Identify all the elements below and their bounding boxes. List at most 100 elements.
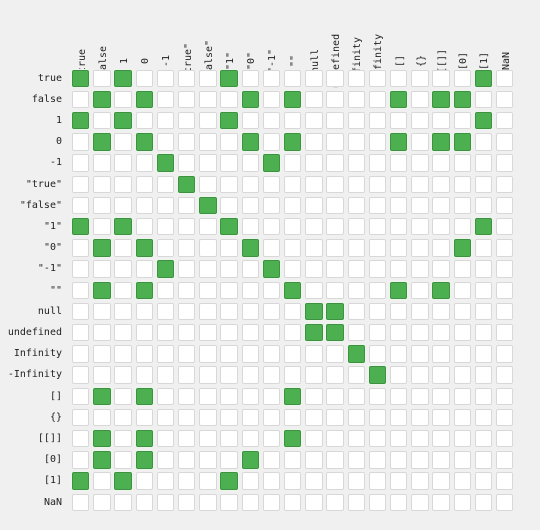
matrix-cell-not-equal[interactable] xyxy=(199,451,217,469)
matrix-cell-not-equal[interactable] xyxy=(262,408,281,427)
matrix-cell-not-equal[interactable] xyxy=(93,493,111,511)
matrix-cell-not-equal[interactable] xyxy=(347,217,365,236)
matrix-cell-not-equal[interactable] xyxy=(432,154,450,172)
matrix-cell-not-equal[interactable] xyxy=(496,217,514,236)
matrix-cell-not-equal[interactable] xyxy=(390,366,408,384)
matrix-cell-not-equal[interactable] xyxy=(453,154,471,172)
matrix-cell-not-equal[interactable] xyxy=(326,69,344,87)
matrix-cell-not-equal[interactable] xyxy=(305,196,323,215)
matrix-cell-not-equal[interactable] xyxy=(326,260,344,278)
matrix-cell-not-equal[interactable] xyxy=(326,133,344,151)
matrix-cell-not-equal[interactable] xyxy=(453,472,471,490)
matrix-cell-not-equal[interactable] xyxy=(496,175,514,193)
matrix-cell-not-equal[interactable] xyxy=(305,366,323,384)
matrix-cell-not-equal[interactable] xyxy=(241,260,259,278)
matrix-cell-not-equal[interactable] xyxy=(390,69,408,87)
matrix-cell-not-equal[interactable] xyxy=(114,260,132,278)
matrix-cell-not-equal[interactable] xyxy=(347,302,365,321)
matrix-cell-not-equal[interactable] xyxy=(305,387,323,405)
matrix-cell-not-equal[interactable] xyxy=(474,133,493,151)
matrix-cell-not-equal[interactable] xyxy=(347,154,365,172)
matrix-cell-not-equal[interactable] xyxy=(305,472,323,490)
matrix-cell-not-equal[interactable] xyxy=(262,239,281,257)
matrix-cell-not-equal[interactable] xyxy=(368,239,387,257)
matrix-cell-not-equal[interactable] xyxy=(93,302,111,321)
matrix-cell-equal[interactable] xyxy=(474,217,493,236)
matrix-cell-not-equal[interactable] xyxy=(93,472,111,490)
matrix-cell-not-equal[interactable] xyxy=(199,493,217,511)
matrix-cell-not-equal[interactable] xyxy=(347,69,365,87)
matrix-cell-not-equal[interactable] xyxy=(262,196,281,215)
matrix-cell-not-equal[interactable] xyxy=(178,154,196,172)
matrix-cell-not-equal[interactable] xyxy=(220,366,238,384)
matrix-cell-not-equal[interactable] xyxy=(453,69,471,87)
matrix-cell-not-equal[interactable] xyxy=(390,260,408,278)
matrix-cell-not-equal[interactable] xyxy=(114,323,132,342)
matrix-cell-not-equal[interactable] xyxy=(93,408,111,427)
matrix-cell-not-equal[interactable] xyxy=(135,366,153,384)
matrix-cell-not-equal[interactable] xyxy=(135,69,153,87)
matrix-cell-not-equal[interactable] xyxy=(262,90,281,109)
matrix-cell-not-equal[interactable] xyxy=(220,387,238,405)
matrix-cell-not-equal[interactable] xyxy=(474,90,493,109)
matrix-cell-not-equal[interactable] xyxy=(241,69,259,87)
matrix-cell-not-equal[interactable] xyxy=(474,451,493,469)
matrix-cell-not-equal[interactable] xyxy=(284,260,302,278)
matrix-cell-not-equal[interactable] xyxy=(411,217,429,236)
matrix-cell-not-equal[interactable] xyxy=(156,175,175,193)
matrix-cell-not-equal[interactable] xyxy=(432,493,450,511)
matrix-cell-not-equal[interactable] xyxy=(474,472,493,490)
matrix-cell-not-equal[interactable] xyxy=(347,493,365,511)
matrix-cell-not-equal[interactable] xyxy=(199,260,217,278)
matrix-cell-not-equal[interactable] xyxy=(114,90,132,109)
matrix-cell-not-equal[interactable] xyxy=(156,429,175,448)
matrix-cell-not-equal[interactable] xyxy=(114,345,132,363)
matrix-cell-not-equal[interactable] xyxy=(199,281,217,299)
matrix-cell-not-equal[interactable] xyxy=(347,260,365,278)
matrix-cell-not-equal[interactable] xyxy=(474,281,493,299)
matrix-cell-not-equal[interactable] xyxy=(326,429,344,448)
matrix-cell-not-equal[interactable] xyxy=(474,175,493,193)
matrix-cell-equal[interactable] xyxy=(93,90,111,109)
matrix-cell-not-equal[interactable] xyxy=(347,133,365,151)
matrix-cell-not-equal[interactable] xyxy=(72,366,90,384)
matrix-cell-not-equal[interactable] xyxy=(241,387,259,405)
matrix-cell-not-equal[interactable] xyxy=(220,493,238,511)
matrix-cell-not-equal[interactable] xyxy=(326,408,344,427)
matrix-cell-not-equal[interactable] xyxy=(199,323,217,342)
matrix-cell-not-equal[interactable] xyxy=(262,217,281,236)
matrix-cell-equal[interactable] xyxy=(305,302,323,321)
matrix-cell-not-equal[interactable] xyxy=(474,196,493,215)
matrix-cell-not-equal[interactable] xyxy=(241,111,259,130)
matrix-cell-not-equal[interactable] xyxy=(390,217,408,236)
matrix-cell-not-equal[interactable] xyxy=(453,281,471,299)
matrix-cell-equal[interactable] xyxy=(114,111,132,130)
matrix-cell-not-equal[interactable] xyxy=(326,493,344,511)
matrix-cell-not-equal[interactable] xyxy=(241,196,259,215)
matrix-cell-equal[interactable] xyxy=(199,196,217,215)
matrix-cell-not-equal[interactable] xyxy=(114,239,132,257)
matrix-cell-not-equal[interactable] xyxy=(199,90,217,109)
matrix-cell-not-equal[interactable] xyxy=(199,345,217,363)
matrix-cell-not-equal[interactable] xyxy=(284,345,302,363)
matrix-cell-not-equal[interactable] xyxy=(453,451,471,469)
matrix-cell-not-equal[interactable] xyxy=(220,281,238,299)
matrix-cell-not-equal[interactable] xyxy=(241,302,259,321)
matrix-cell-not-equal[interactable] xyxy=(178,281,196,299)
matrix-cell-not-equal[interactable] xyxy=(262,366,281,384)
matrix-cell-not-equal[interactable] xyxy=(347,472,365,490)
matrix-cell-not-equal[interactable] xyxy=(368,90,387,109)
matrix-cell-equal[interactable] xyxy=(305,323,323,342)
matrix-cell-not-equal[interactable] xyxy=(305,281,323,299)
matrix-cell-not-equal[interactable] xyxy=(411,239,429,257)
matrix-cell-not-equal[interactable] xyxy=(474,302,493,321)
matrix-cell-not-equal[interactable] xyxy=(72,281,90,299)
matrix-cell-not-equal[interactable] xyxy=(411,387,429,405)
matrix-cell-not-equal[interactable] xyxy=(93,366,111,384)
matrix-cell-not-equal[interactable] xyxy=(178,451,196,469)
matrix-cell-not-equal[interactable] xyxy=(474,493,493,511)
matrix-cell-not-equal[interactable] xyxy=(305,408,323,427)
matrix-cell-not-equal[interactable] xyxy=(156,302,175,321)
matrix-cell-not-equal[interactable] xyxy=(262,69,281,87)
matrix-cell-equal[interactable] xyxy=(93,281,111,299)
